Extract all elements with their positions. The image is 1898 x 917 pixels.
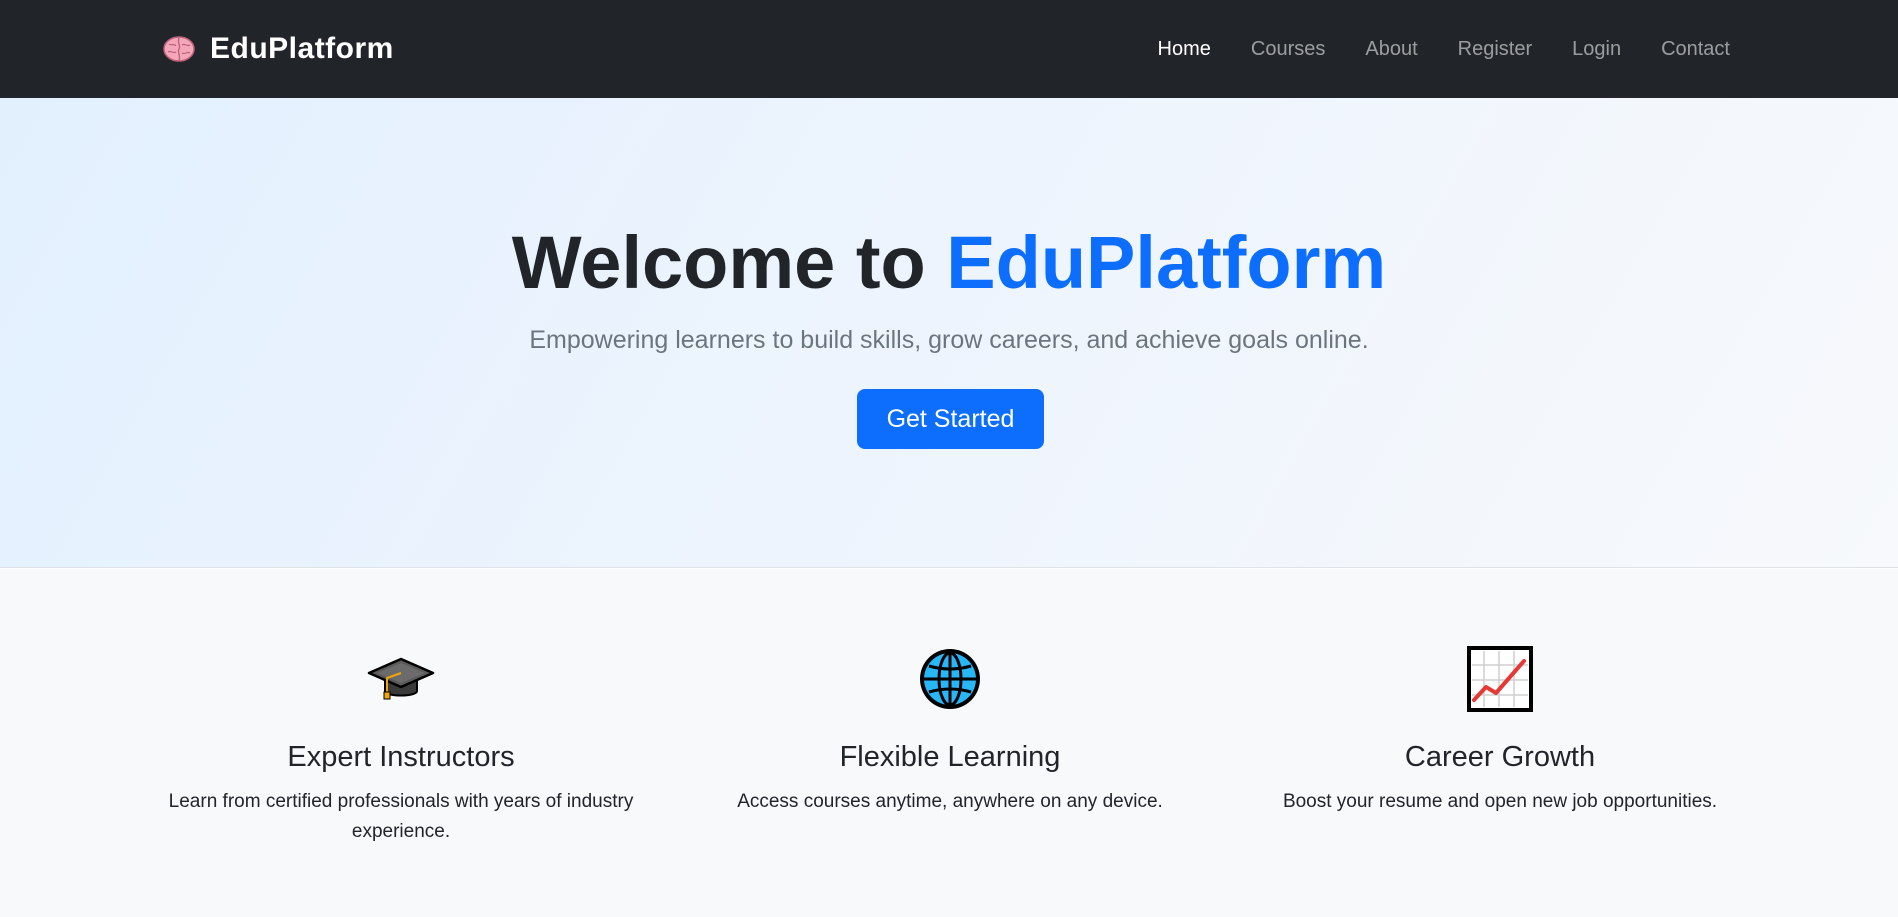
nav-links: Home Courses About Register Login Contac…: [1118, 0, 1730, 98]
nav-link-contact[interactable]: Contact: [1661, 38, 1730, 61]
feature-description: Learn from certified professionals with …: [168, 791, 634, 842]
feature-title: Flexible Learning: [839, 741, 1061, 773]
nav-link-about[interactable]: About: [1365, 38, 1417, 61]
nav-link-login[interactable]: Login: [1572, 38, 1621, 61]
feature-description: Boost your resume and open new job oppor…: [1282, 791, 1718, 812]
hero-subtitle: Empowering learners to build skills, gro…: [529, 326, 1369, 354]
feature-description: Access courses anytime, anywhere on any …: [737, 791, 1163, 812]
features-section: Expert Instructors Learn from certified …: [0, 569, 1898, 917]
hero-title: Welcome to EduPlatform: [0, 226, 1898, 300]
brand-link[interactable]: EduPlatform: [162, 28, 394, 70]
chart-increasing-icon: [1466, 645, 1534, 713]
nav-link-courses[interactable]: Courses: [1251, 38, 1325, 61]
hero-title-prefix: Welcome to: [511, 221, 947, 304]
nav-link-register[interactable]: Register: [1458, 38, 1532, 61]
brand-name: EduPlatform: [210, 32, 394, 65]
hero-section: Welcome to EduPlatform Empowering learne…: [0, 98, 1898, 568]
feature-title: Expert Instructors: [287, 741, 515, 773]
feature-title: Career Growth: [1404, 741, 1596, 773]
nav-link-home[interactable]: Home: [1158, 38, 1211, 61]
brain-icon: [162, 34, 196, 64]
globe-icon: [916, 645, 984, 713]
hero-title-accent: EduPlatform: [946, 221, 1387, 304]
graduation-cap-icon: [367, 645, 435, 713]
get-started-button[interactable]: Get Started: [857, 389, 1044, 449]
navbar: EduPlatform Home Courses About Register …: [0, 0, 1898, 98]
